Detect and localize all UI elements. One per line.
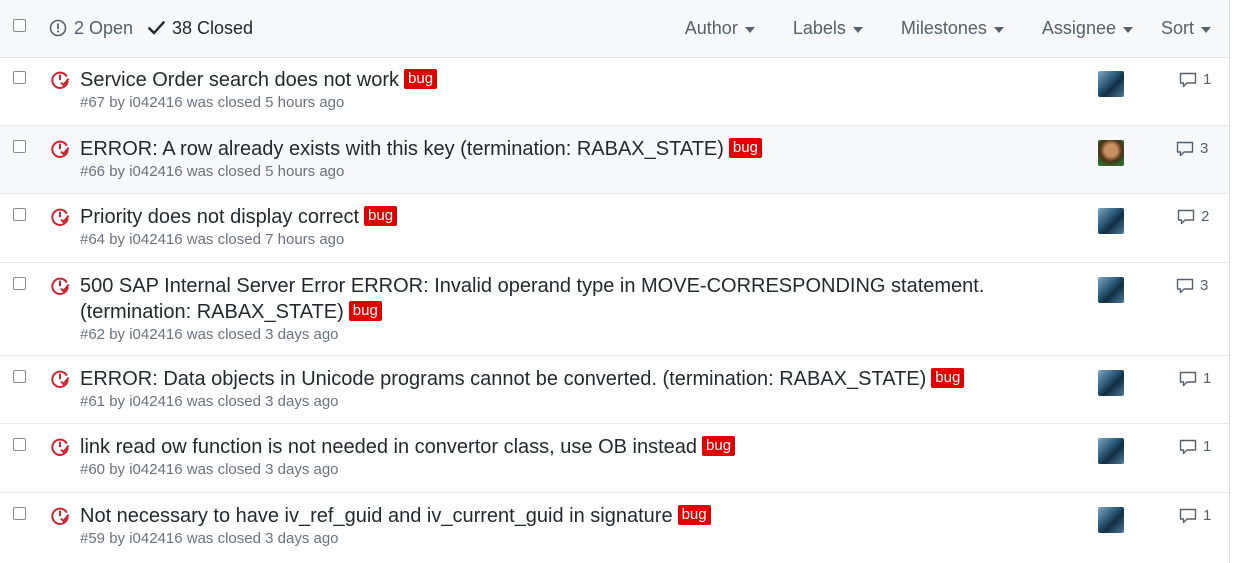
issue-checkbox[interactable]: [13, 507, 26, 520]
issue-title-link[interactable]: Not necessary to have iv_ref_guid and iv…: [80, 505, 673, 527]
closed-issue-icon: [51, 277, 70, 295]
milestones-filter-label: Milestones: [900, 18, 987, 38]
closed-issue-icon: [51, 208, 70, 226]
comment-icon: [1179, 371, 1197, 386]
bug-label[interactable]: bug: [728, 138, 762, 158]
chevron-down-icon: [744, 26, 755, 33]
issue-meta: #67 by i042416 was closed 5 hours ago: [80, 94, 345, 111]
assignee-avatar[interactable]: [1098, 208, 1124, 234]
issue-checkbox[interactable]: [13, 208, 26, 221]
issue-row[interactable]: 500 SAP Internal Server Error ERROR: Inv…: [0, 263, 1229, 356]
bug-label[interactable]: bug: [702, 436, 736, 456]
comment-count: 1: [1203, 370, 1212, 387]
comment-icon: [1176, 141, 1194, 156]
comment-icon: [1179, 439, 1197, 454]
issue-row[interactable]: Priority does not display correct bug #64…: [0, 194, 1229, 263]
closed-issues-tab[interactable]: 38 Closed: [148, 16, 253, 40]
author-filter[interactable]: Author: [685, 18, 755, 39]
comment-icon: [1176, 278, 1194, 293]
comment-count: 1: [1203, 507, 1212, 524]
assignee-avatar[interactable]: [1098, 277, 1124, 303]
comments-link[interactable]: 1: [1179, 370, 1211, 387]
closed-issue-icon: [51, 140, 70, 158]
bug-label[interactable]: bug: [677, 505, 711, 525]
assignee-avatar[interactable]: [1098, 507, 1124, 533]
comment-icon: [1179, 72, 1197, 87]
issue-meta: #59 by i042416 was closed 3 days ago: [80, 530, 339, 547]
issue-checkbox[interactable]: [13, 71, 26, 84]
comments-link[interactable]: 2: [1177, 208, 1209, 225]
issue-row[interactable]: link read ow function is not needed in c…: [0, 424, 1229, 493]
issue-checkbox[interactable]: [13, 438, 26, 451]
comment-count: 1: [1203, 71, 1212, 88]
labels-filter-label: Labels: [792, 18, 846, 38]
issue-title-link[interactable]: ERROR: Data objects in Unicode programs …: [80, 368, 926, 390]
assignee-avatar[interactable]: [1098, 438, 1124, 464]
chevron-down-icon: [993, 26, 1004, 33]
bug-label[interactable]: bug: [364, 206, 398, 226]
author-filter-label: Author: [684, 18, 738, 38]
bug-label[interactable]: bug: [931, 368, 965, 388]
chevron-down-icon: [1201, 26, 1211, 33]
assignee-filter[interactable]: Assignee: [1042, 18, 1133, 39]
issues-list-box: 2 Open 38 Closed Author Labels Milestone…: [0, 0, 1230, 563]
closed-count-label: 38 Closed: [172, 17, 254, 38]
labels-filter[interactable]: Labels: [793, 18, 863, 39]
issue-checkbox[interactable]: [13, 370, 26, 383]
assignee-avatar[interactable]: [1098, 370, 1124, 396]
comment-count: 1: [1203, 438, 1212, 455]
open-issue-icon: [49, 19, 67, 37]
open-issues-tab[interactable]: 2 Open: [49, 16, 133, 40]
issue-checkbox[interactable]: [13, 140, 26, 153]
closed-issue-icon: [51, 438, 70, 456]
open-count-label: 2 Open: [74, 17, 134, 38]
issues-list-header: 2 Open 38 Closed Author Labels Milestone…: [0, 0, 1229, 58]
sort-filter[interactable]: Sort: [1161, 18, 1211, 39]
issue-meta: #60 by i042416 was closed 3 days ago: [80, 461, 339, 478]
chevron-down-icon: [852, 26, 863, 33]
bug-label[interactable]: bug: [404, 69, 438, 89]
comments-link[interactable]: 1: [1179, 507, 1211, 524]
issue-checkbox[interactable]: [13, 277, 26, 290]
issue-meta: #61 by i042416 was closed 3 days ago: [80, 393, 339, 410]
comment-icon: [1177, 209, 1195, 224]
assignee-avatar[interactable]: [1098, 71, 1124, 97]
check-icon: [148, 21, 165, 35]
issue-meta: #62 by i042416 was closed 3 days ago: [80, 326, 339, 343]
sort-filter-label: Sort: [1160, 18, 1194, 38]
issue-row[interactable]: ERROR: A row already exists with this ke…: [0, 126, 1229, 194]
comments-link[interactable]: 3: [1176, 140, 1208, 157]
issue-row[interactable]: Service Order search does not work bug #6…: [0, 57, 1229, 126]
comment-count: 3: [1200, 140, 1209, 157]
comments-link[interactable]: 1: [1179, 71, 1211, 88]
chevron-down-icon: [1122, 26, 1133, 33]
assignee-filter-label: Assignee: [1041, 18, 1116, 38]
comments-link[interactable]: 3: [1176, 277, 1208, 294]
assignee-avatar[interactable]: [1098, 140, 1124, 166]
closed-issue-icon: [51, 507, 70, 525]
issue-meta: #66 by i042416 was closed 5 hours ago: [80, 163, 345, 180]
issue-row[interactable]: Not necessary to have iv_ref_guid and iv…: [0, 493, 1229, 563]
closed-issue-icon: [51, 71, 70, 89]
issue-row[interactable]: ERROR: Data objects in Unicode programs …: [0, 356, 1229, 424]
milestones-filter[interactable]: Milestones: [901, 18, 1004, 39]
comment-count: 3: [1200, 277, 1209, 294]
select-all-checkbox[interactable]: [13, 19, 26, 32]
issue-meta: #64 by i042416 was closed 7 hours ago: [80, 231, 345, 248]
bug-label[interactable]: bug: [348, 301, 382, 321]
comment-icon: [1179, 508, 1197, 523]
filter-bar: Author Labels Milestones Assignee Sort: [685, 0, 1229, 57]
issue-title-link[interactable]: 500 SAP Internal Server Error ERROR: Inv…: [80, 275, 984, 323]
issue-title-link[interactable]: Priority does not display correct: [80, 206, 359, 228]
comment-count: 2: [1201, 208, 1210, 225]
comments-link[interactable]: 1: [1179, 438, 1211, 455]
issue-title-link[interactable]: Service Order search does not work: [80, 69, 399, 91]
issue-title-link[interactable]: ERROR: A row already exists with this ke…: [80, 138, 724, 160]
issue-title-link[interactable]: link read ow function is not needed in c…: [80, 436, 697, 458]
closed-issue-icon: [51, 370, 70, 388]
